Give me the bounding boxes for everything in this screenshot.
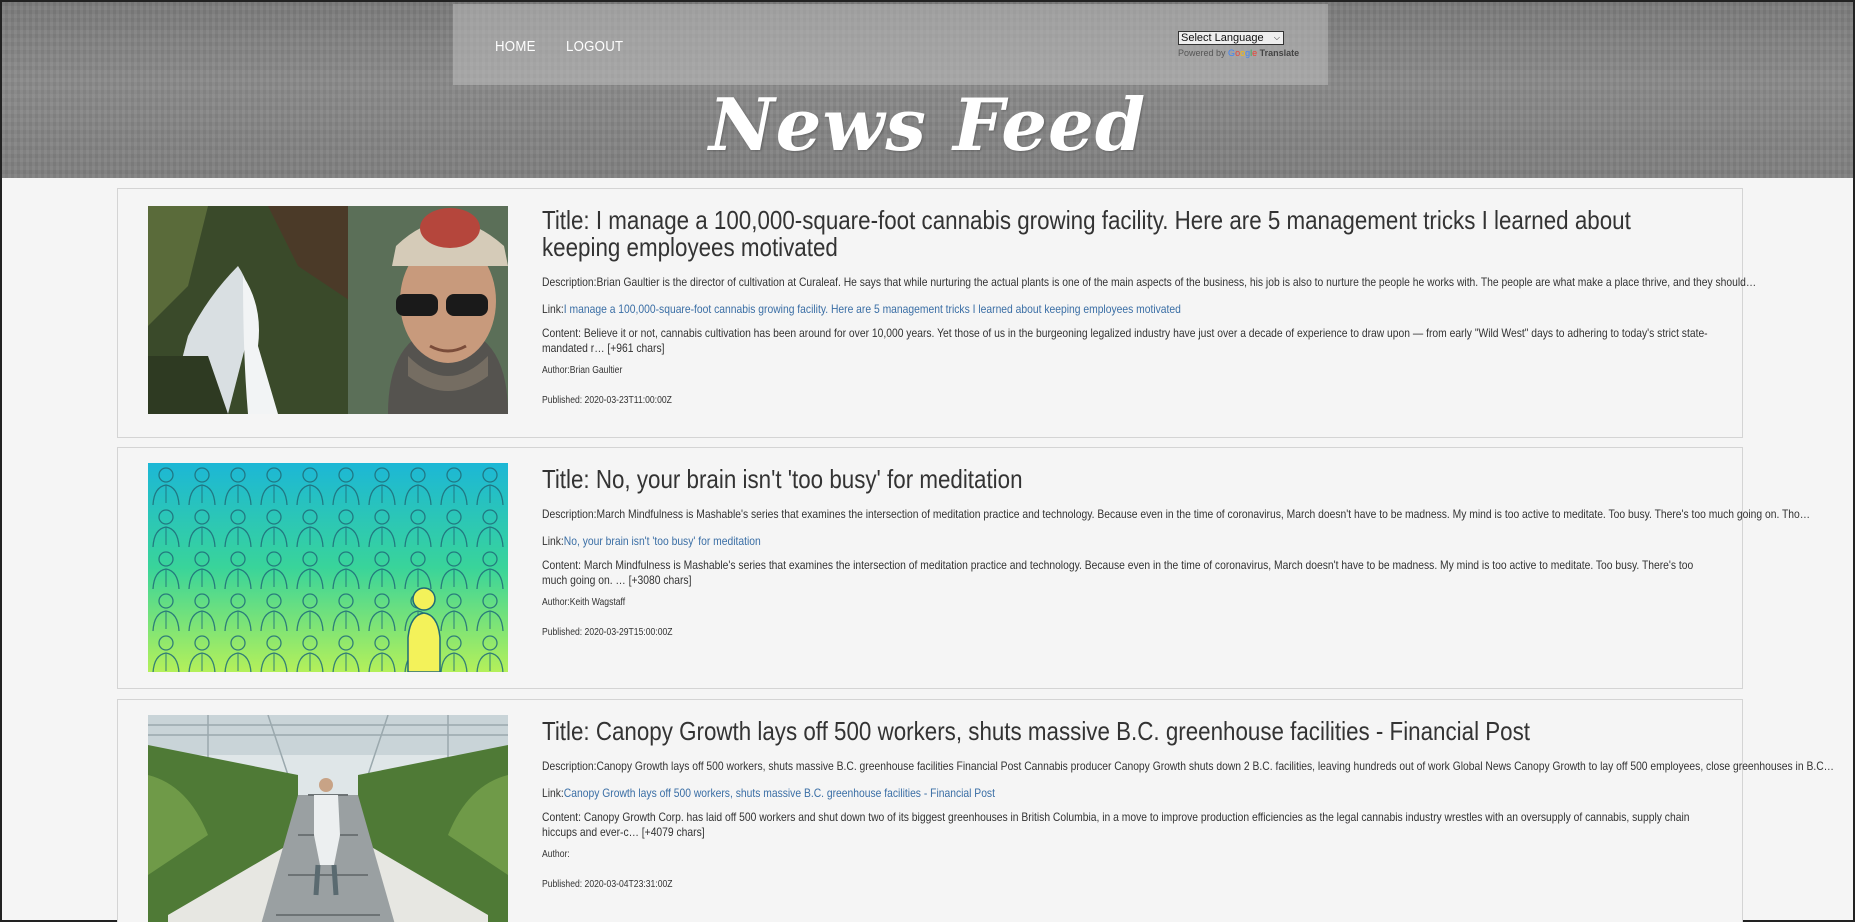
article-image	[148, 715, 508, 922]
chevron-down-icon: ⌵	[1273, 33, 1280, 42]
article-author: Author:Brian Gaultier	[542, 365, 623, 376]
news-card: Title: Canopy Growth lays off 500 worker…	[117, 699, 1834, 922]
article-published: Published: 2020-03-04T23:31:00Z	[542, 879, 673, 890]
language-select-value: Select Language	[1181, 32, 1264, 44]
article-description: Description:Canopy Growth lays off 500 w…	[542, 759, 1834, 773]
article-link[interactable]: Canopy Growth lays off 500 workers, shut…	[564, 786, 995, 800]
translate-link[interactable]: Translate	[1260, 48, 1300, 58]
article-image	[148, 206, 508, 414]
article-link[interactable]: I manage a 100,000-square-foot cannabis …	[564, 302, 1181, 316]
article-link-row: Link:Canopy Growth lays off 500 workers,…	[542, 786, 1714, 801]
article-published: Published: 2020-03-29T15:00:00Z	[542, 627, 673, 638]
article-link-row: Link:No, your brain isn't 'too busy' for…	[542, 534, 1714, 549]
article-content: Content: Believe it or not, cannabis cul…	[542, 326, 1708, 355]
language-select[interactable]: Select Language ⌵	[1178, 31, 1284, 45]
google-logo-text: Google	[1228, 48, 1258, 58]
top-navbar: HOME LOGOUT Select Language ⌵ Powered by…	[453, 4, 1328, 85]
article-title: Title: I manage a 100,000-square-foot ca…	[542, 205, 1631, 262]
nav-logout-link[interactable]: LOGOUT	[566, 38, 623, 55]
article-title: Title: No, your brain isn't 'too busy' f…	[542, 464, 1023, 494]
powered-by-label: Powered by	[1178, 48, 1226, 58]
powered-by-google: Powered by Google Translate	[1178, 48, 1299, 58]
article-author: Author:Keith Wagstaff	[542, 597, 626, 608]
article-link-label: Link:	[542, 302, 564, 316]
article-description: Description:March Mindfulness is Mashabl…	[542, 507, 1811, 521]
article-content: Content: Canopy Growth Corp. has laid of…	[542, 810, 1690, 839]
nav-home-link[interactable]: HOME	[495, 38, 536, 55]
article-description: Description:Brian Gaultier is the direct…	[542, 275, 1757, 289]
article-link-row: Link:I manage a 100,000-square-foot cann…	[542, 302, 1714, 317]
article-published: Published: 2020-03-23T11:00:00Z	[542, 395, 672, 406]
header-banner: HOME LOGOUT Select Language ⌵ Powered by…	[2, 2, 1853, 178]
article-title: Title: Canopy Growth lays off 500 worker…	[542, 716, 1530, 746]
article-link-label: Link:	[542, 534, 564, 548]
google-translate-widget: Select Language ⌵ Powered by Google Tran…	[1178, 31, 1299, 58]
article-content: Content: March Mindfulness is Mashable's…	[542, 558, 1694, 587]
news-card: Title: No, your brain isn't 'too busy' f…	[117, 447, 1811, 689]
page-title: News Feed	[708, 82, 1147, 167]
article-link[interactable]: No, your brain isn't 'too busy' for medi…	[564, 534, 761, 548]
article-author: Author:	[542, 849, 570, 860]
article-image	[148, 463, 508, 672]
news-card: Title: I manage a 100,000-square-foot ca…	[117, 188, 1757, 438]
article-link-label: Link:	[542, 786, 564, 800]
